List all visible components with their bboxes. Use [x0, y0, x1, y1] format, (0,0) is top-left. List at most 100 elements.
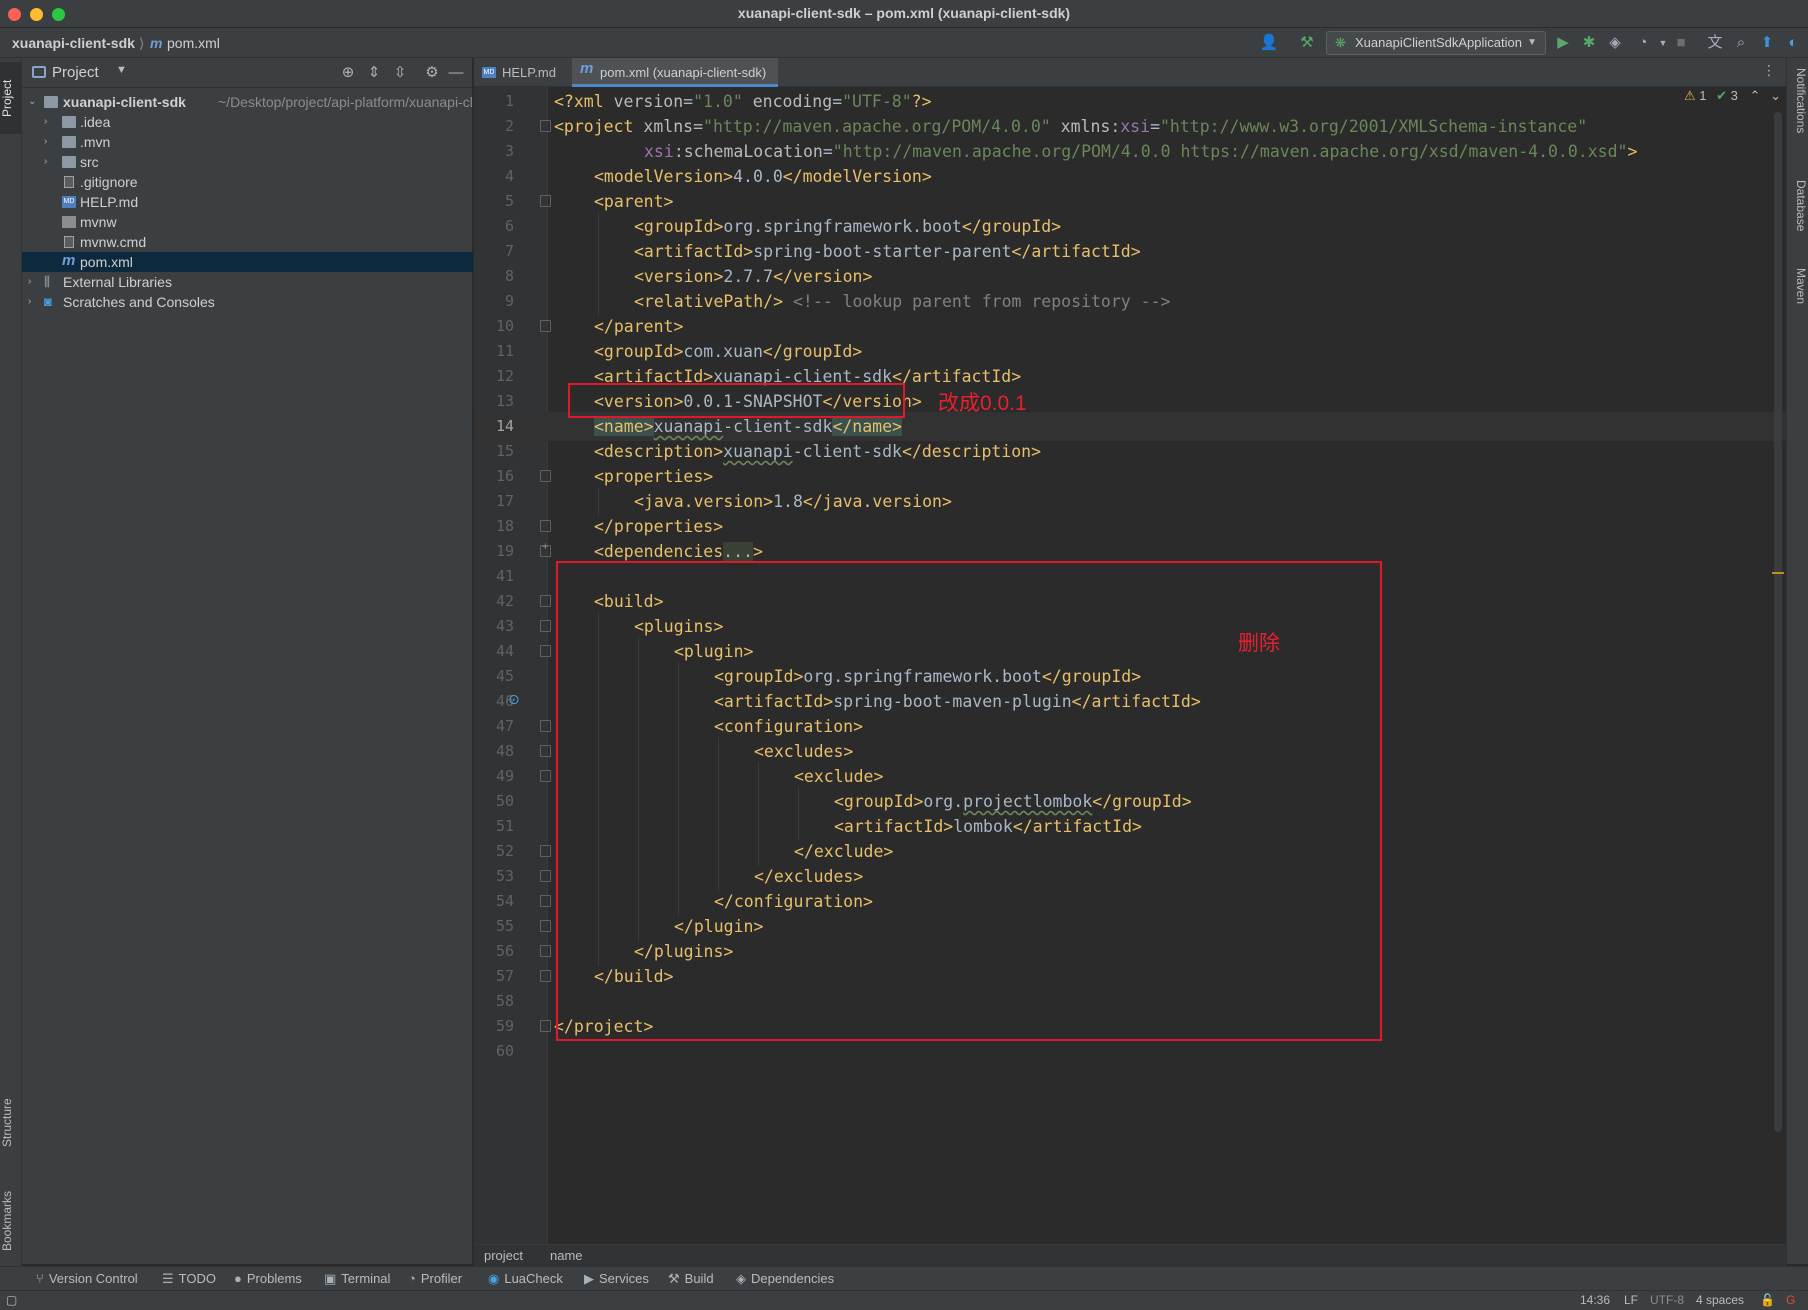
indent-setting[interactable]: 4 spaces: [1696, 1293, 1744, 1307]
tree-item-mvn[interactable]: › .mvn: [22, 132, 473, 152]
plugin-icon[interactable]: ◐: [1782, 32, 1804, 54]
expand-fold-icon[interactable]: [540, 541, 551, 557]
search-icon[interactable]: ⌕: [1730, 32, 1752, 54]
tree-item-scratches[interactable]: › ◙ Scratches and Consoles: [22, 292, 473, 312]
fold-icon[interactable]: [540, 320, 551, 332]
fold-icon[interactable]: [540, 470, 551, 482]
tab-database-tool[interactable]: Database: [1788, 180, 1808, 262]
editor-scrollbar[interactable]: [1774, 112, 1782, 1132]
tool-version-control[interactable]: ⑂ Version Control: [36, 1271, 138, 1286]
breadcrumb-project-tag[interactable]: project: [484, 1245, 523, 1266]
file-icon: [64, 236, 74, 248]
tab-help-md[interactable]: MD HELP.md ✕: [474, 58, 570, 109]
line-separator[interactable]: LF: [1624, 1293, 1638, 1307]
fold-icon[interactable]: [540, 970, 551, 982]
chevron-down-icon[interactable]: ⌄: [28, 92, 36, 112]
tab-bookmarks-tool[interactable]: Bookmarks: [0, 1174, 22, 1268]
tree-item-pom-xml[interactable]: m pom.xml: [22, 252, 473, 272]
file-encoding[interactable]: UTF-8: [1650, 1293, 1684, 1307]
fold-icon[interactable]: [540, 770, 551, 782]
chevron-right-icon[interactable]: ›: [28, 272, 31, 292]
chevron-right-icon[interactable]: ›: [28, 292, 31, 312]
breadcrumb-project[interactable]: xuanapi-client-sdk: [12, 35, 135, 51]
tool-todo[interactable]: ☰ TODO: [162, 1271, 216, 1287]
dependencies-icon: ◈: [736, 1271, 746, 1286]
override-gutter-icon[interactable]: ⊙: [508, 691, 520, 708]
google-icon[interactable]: G: [1786, 1293, 1795, 1307]
expand-all-icon[interactable]: ⇕: [364, 63, 384, 83]
project-panel-title[interactable]: Project: [52, 64, 99, 81]
tool-profiler[interactable]: ◔ Profiler: [408, 1271, 462, 1286]
tool-build[interactable]: ⚒ Build: [668, 1271, 714, 1287]
profile-icon[interactable]: ◔: [1632, 32, 1654, 54]
tool-label: TODO: [178, 1271, 216, 1286]
fold-icon[interactable]: [540, 120, 551, 132]
translate-icon[interactable]: 文: [1704, 32, 1726, 54]
inspection-widget[interactable]: ⚠ 1 ✔ 3 ⌃ ⌄: [1684, 88, 1781, 104]
coverage-icon[interactable]: ◈: [1604, 32, 1626, 54]
fold-icon[interactable]: [540, 195, 551, 207]
tree-root[interactable]: ⌄ xuanapi-client-sdk ~/Desktop/project/a…: [22, 92, 473, 112]
maven-icon: m: [62, 252, 76, 269]
fold-icon[interactable]: [540, 645, 551, 657]
debug-icon[interactable]: ✱: [1578, 32, 1600, 54]
editor-tab-bar: MD HELP.md ✕ m pom.xml (xuanapi-client-s…: [474, 58, 1786, 109]
fold-icon[interactable]: [540, 945, 551, 957]
breadcrumb-file[interactable]: pom.xml: [167, 35, 220, 51]
chevron-right-icon[interactable]: ›: [44, 112, 47, 132]
tool-windows-toggle-icon[interactable]: ▢: [6, 1293, 17, 1307]
chevron-right-icon[interactable]: ›: [44, 152, 47, 172]
chevron-down-icon[interactable]: ▼: [116, 64, 127, 76]
fold-icon[interactable]: [540, 520, 551, 532]
stop-icon[interactable]: ■: [1670, 32, 1692, 54]
tool-problems[interactable]: ● Problems: [234, 1271, 302, 1286]
fold-icon[interactable]: [540, 745, 551, 757]
tree-item-src[interactable]: › src: [22, 152, 473, 172]
tool-terminal[interactable]: ▣ Terminal: [324, 1271, 390, 1287]
more-tabs-icon[interactable]: ⋮: [1762, 62, 1776, 79]
gear-icon[interactable]: ⚙: [422, 63, 442, 83]
fold-icon[interactable]: [540, 720, 551, 732]
tree-item-idea[interactable]: › .idea: [22, 112, 473, 132]
run-icon[interactable]: ▶: [1552, 32, 1574, 54]
update-icon[interactable]: ⬆: [1756, 32, 1778, 54]
tab-project-tool[interactable]: Project: [0, 62, 22, 134]
fold-icon[interactable]: [540, 920, 551, 932]
tool-luacheck[interactable]: ◉ LuaCheck: [488, 1271, 563, 1287]
hammer-icon: ⚒: [668, 1271, 680, 1286]
fold-icon[interactable]: [540, 845, 551, 857]
breadcrumb-name-tag[interactable]: name: [550, 1245, 583, 1266]
tab-notifications-tool[interactable]: Notifications: [1788, 68, 1808, 178]
code-editor[interactable]: 1 <?xml version="1.0" encoding="UTF-8"?>…: [474, 87, 1786, 1244]
fold-icon[interactable]: [540, 620, 551, 632]
chevron-down-icon[interactable]: ⌄: [1770, 88, 1781, 103]
fold-icon[interactable]: [540, 895, 551, 907]
caret-position[interactable]: 14:36: [1580, 1293, 1610, 1307]
build-hammer-icon[interactable]: ⚒: [1296, 32, 1318, 54]
list-icon: ☰: [162, 1271, 174, 1286]
fold-icon[interactable]: [540, 1020, 551, 1032]
tree-item-help-md[interactable]: MD HELP.md: [22, 192, 473, 212]
tool-services[interactable]: ▶ Services: [584, 1271, 649, 1287]
collapse-all-icon[interactable]: ⇳: [390, 63, 410, 83]
user-icon[interactable]: 👤: [1258, 32, 1280, 54]
left-tool-strip: Project Structure Bookmarks: [0, 58, 22, 1290]
tree-item-mvnw-cmd[interactable]: mvnw.cmd: [22, 232, 473, 252]
locate-file-icon[interactable]: ⊕: [338, 63, 358, 83]
tab-structure-tool[interactable]: Structure: [0, 1078, 22, 1168]
lock-icon[interactable]: 🔓: [1760, 1293, 1775, 1307]
run-configuration-select[interactable]: ❋ XuanapiClientSdkApplication ▼: [1326, 31, 1546, 55]
tree-item-gitignore[interactable]: .gitignore: [22, 172, 473, 192]
tab-maven-tool[interactable]: Maven: [1788, 268, 1808, 338]
fold-icon[interactable]: [540, 870, 551, 882]
chevron-up-icon[interactable]: ⌃: [1750, 88, 1761, 103]
fold-icon[interactable]: [540, 595, 551, 607]
chevron-right-icon[interactable]: ›: [44, 132, 47, 152]
tab-pom-xml[interactable]: m pom.xml (xuanapi-client-sdk) ✕: [572, 58, 778, 109]
tool-dependencies[interactable]: ◈ Dependencies: [736, 1271, 834, 1287]
annotation-box-version: [568, 383, 905, 418]
tree-item-mvnw[interactable]: mvnw: [22, 212, 473, 232]
tree-item-external-libraries[interactable]: › ⫼ External Libraries: [22, 272, 473, 292]
scrollbar-warning-marker[interactable]: [1772, 572, 1784, 574]
hide-panel-icon[interactable]: —: [446, 63, 466, 83]
